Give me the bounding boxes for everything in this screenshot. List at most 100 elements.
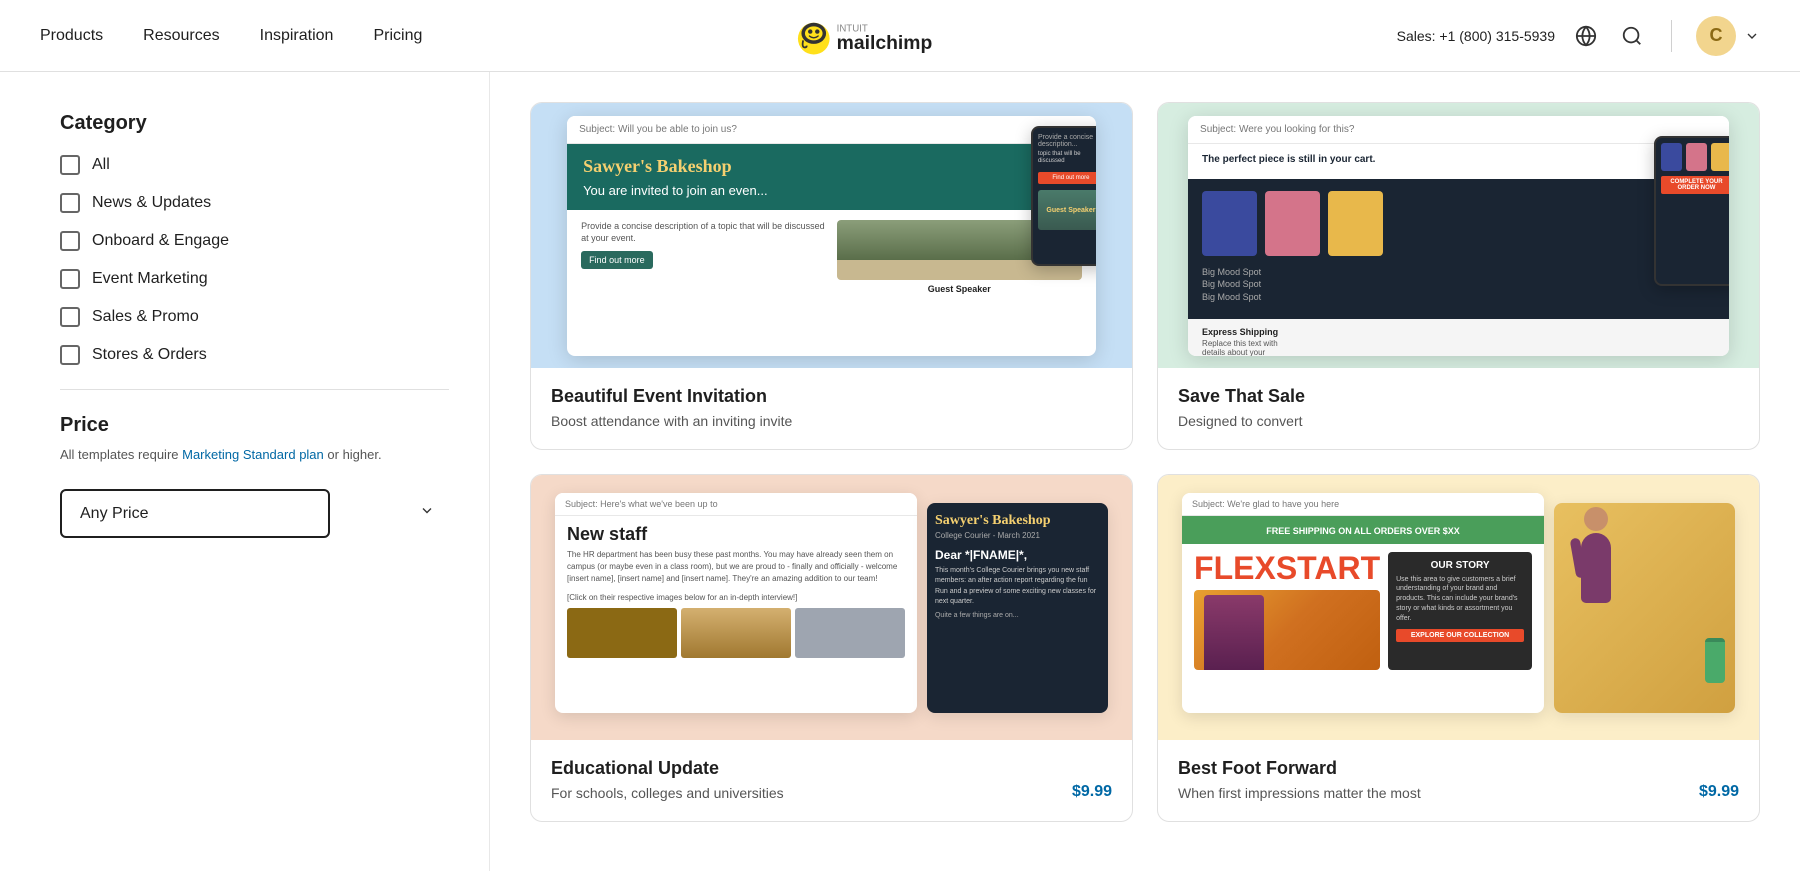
filter-all[interactable]: All [60,155,449,175]
card-info-event: Beautiful Event Invitation Boost attenda… [531,368,1132,449]
preview-side-edu: Sawyer's Bakeshop College Courier - Marc… [927,503,1108,713]
filter-event-marketing-label: Event Marketing [92,270,208,288]
svg-text:mailchimp: mailchimp [837,32,933,54]
card-desc-edu: For schools, colleges and universities [551,785,784,801]
header-right: Sales: +1 (800) 315-5939 C [1397,16,1760,56]
flex-main-content: FLEXSTART OUR STORY Use this area to giv… [1182,544,1544,678]
card-image-sale: Subject: Were you looking for this? The … [1158,103,1759,368]
card-price-edu: $9.99 [1072,783,1112,801]
marketing-plan-link[interactable]: Marketing Standard plan [182,447,324,462]
price-select-wrap: Any Price $9.99 Free [60,489,449,538]
flex-story-panel: OUR STORY Use this area to give customer… [1388,552,1532,670]
filter-sales-promo-label: Sales & Promo [92,308,199,326]
card-footer-edu: Educational Update For schools, colleges… [551,758,1112,801]
card-desc-flex: When first impressions matter the most [1178,785,1421,801]
nav-pricing[interactable]: Pricing [373,27,422,45]
logo[interactable]: INTUIT mailchimp [794,14,1005,58]
flex-logo: FLEXSTART [1194,552,1380,584]
checkbox-sales-promo[interactable] [60,307,80,327]
nav-products[interactable]: Products [40,27,103,45]
newsletter-cta-edu: [Click on their respective images below … [567,593,905,602]
card-desc-sale: Designed to convert [1178,413,1739,429]
search-icon [1621,25,1643,47]
email-header-event: Subject: Will you be able to join us? [567,116,1096,144]
header-divider [1671,20,1672,52]
card-title-flex: Best Foot Forward [1178,758,1421,779]
site-header: Products Resources Inspiration Pricing I… [0,0,1800,72]
price-select[interactable]: Any Price $9.99 Free [60,489,330,538]
globe-icon [1575,25,1597,47]
price-title: Price [60,414,449,437]
sawyer-sub: College Courier - March 2021 [935,531,1100,540]
card-title-edu: Educational Update [551,758,784,779]
checkbox-onboard-engage[interactable] [60,231,80,251]
bakeshop-invite: You are invited to join an even... [583,183,1080,198]
newsletter-body-edu: The HR department has been busy these pa… [567,549,905,585]
dear-body: This month's College Courier brings you … [935,566,1100,608]
avatar: C [1696,16,1736,56]
primary-nav: Products Resources Inspiration Pricing [40,27,422,45]
nav-inspiration[interactable]: Inspiration [260,27,334,45]
email-preview-sale: Subject: Were you looking for this? The … [1188,116,1729,356]
double-preview-edu: Subject: Here's what we've been up to Ne… [555,493,1108,723]
double-preview-flex: Subject: We're glad to have you here FRE… [1182,493,1735,723]
filter-event-marketing[interactable]: Event Marketing [60,269,449,289]
filter-all-label: All [92,156,110,174]
card-price-flex: $9.99 [1699,783,1739,801]
card-desc-event: Boost attendance with an inviting invite [551,413,1112,429]
card-info-flex: Best Foot Forward When first impressions… [1158,740,1759,821]
price-chevron-icon [419,503,435,524]
email-preview-event: Subject: Will you be able to join us? Sa… [567,116,1096,356]
card-save-that-sale[interactable]: Subject: Were you looking for this? The … [1157,102,1760,450]
card-image-flex: Subject: We're glad to have you here FRE… [1158,475,1759,740]
filter-onboard-engage[interactable]: Onboard & Engage [60,231,449,251]
preview-side-flex [1554,503,1735,713]
search-button[interactable] [1617,21,1647,51]
checkbox-event-marketing[interactable] [60,269,80,289]
bakeshop-title: Sawyer's Bakeshop [583,156,1080,177]
dear-more: Quite a few things are on... [935,612,1100,619]
card-image-event: Subject: Will you be able to join us? Sa… [531,103,1132,368]
filter-news-updates[interactable]: News & Updates [60,193,449,213]
email-subject-edu: Subject: Here's what we've been up to [555,493,917,516]
checkbox-stores-orders[interactable] [60,345,80,365]
category-title: Category [60,112,449,135]
filter-sales-promo[interactable]: Sales & Promo [60,307,449,327]
sidebar: Category All News & Updates Onboard & En… [0,72,490,871]
card-beautiful-event-invitation[interactable]: Subject: Will you be able to join us? Sa… [530,102,1133,450]
nav-resources[interactable]: Resources [143,27,219,45]
sidebar-divider [60,389,449,390]
email-header-sale: Subject: Were you looking for this? [1188,116,1729,144]
main-content: Subject: Will you be able to join us? Sa… [490,72,1800,871]
card-image-edu: Subject: Here's what we've been up to Ne… [531,475,1132,740]
newsletter-title-edu: New staff [567,524,905,545]
card-title-event: Beautiful Event Invitation [551,386,1112,407]
card-best-foot-forward[interactable]: Subject: We're glad to have you here FRE… [1157,474,1760,822]
flex-explore-btn: EXPLORE OUR COLLECTION [1396,629,1524,642]
price-note: All templates require Marketing Standard… [60,445,449,465]
filter-stores-orders[interactable]: Stores & Orders [60,345,449,365]
cards-grid: Subject: Will you be able to join us? Sa… [530,102,1760,822]
card-info-sale: Save That Sale Designed to convert [1158,368,1759,449]
card-footer-flex: Best Foot Forward When first impressions… [1178,758,1739,801]
preview-main-edu: Subject: Here's what we've been up to Ne… [555,493,917,713]
checkbox-all[interactable] [60,155,80,175]
dear-text: Dear *|FNAME|*, [935,548,1100,562]
newsletter-images-edu [567,608,905,658]
preview-main-flex: Subject: We're glad to have you here FRE… [1182,493,1544,713]
sawyer-name: Sawyer's Bakeshop [935,513,1100,529]
chevron-down-icon [1744,28,1760,44]
flex-banner: FREE SHIPPING ON ALL ORDERS OVER $XX [1182,516,1544,544]
filter-onboard-engage-label: Onboard & Engage [92,232,229,250]
filter-news-updates-label: News & Updates [92,194,211,212]
email-subject-flex: Subject: We're glad to have you here [1182,493,1544,516]
globe-button[interactable] [1571,21,1601,51]
sales-number: Sales: +1 (800) 315-5939 [1397,28,1555,44]
filter-stores-orders-label: Stores & Orders [92,346,207,364]
account-button[interactable]: C [1696,16,1760,56]
checkbox-news-updates[interactable] [60,193,80,213]
card-educational-update[interactable]: Subject: Here's what we've been up to Ne… [530,474,1133,822]
card-info-edu: Educational Update For schools, colleges… [531,740,1132,821]
main-layout: Category All News & Updates Onboard & En… [0,72,1800,871]
card-title-sale: Save That Sale [1178,386,1739,407]
